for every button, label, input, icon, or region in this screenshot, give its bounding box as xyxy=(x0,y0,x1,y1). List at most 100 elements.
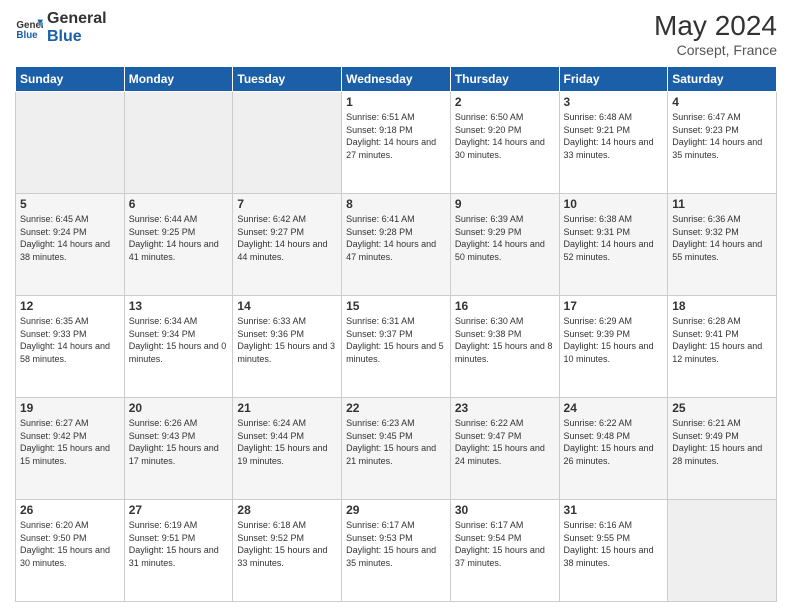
calendar-cell: 20 Sunrise: 6:26 AMSunset: 9:43 PMDayligh… xyxy=(124,398,233,500)
weekday-header-saturday: Saturday xyxy=(668,67,777,92)
week-row-5: 26 Sunrise: 6:20 AMSunset: 9:50 PMDayligh… xyxy=(16,500,777,602)
week-row-4: 19 Sunrise: 6:27 AMSunset: 9:42 PMDayligh… xyxy=(16,398,777,500)
calendar-cell: 10 Sunrise: 6:38 AMSunset: 9:31 PMDayligh… xyxy=(559,194,668,296)
day-number: 29 xyxy=(346,503,446,517)
calendar-cell: 26 Sunrise: 6:20 AMSunset: 9:50 PMDayligh… xyxy=(16,500,125,602)
day-number: 10 xyxy=(564,197,664,211)
day-number: 30 xyxy=(455,503,555,517)
day-info: Sunrise: 6:24 AMSunset: 9:44 PMDaylight:… xyxy=(237,417,337,467)
calendar-cell xyxy=(668,500,777,602)
calendar-page: General Blue General Blue May 2024 Corse… xyxy=(0,0,792,612)
logo-icon: General Blue xyxy=(15,14,43,42)
calendar-cell: 22 Sunrise: 6:23 AMSunset: 9:45 PMDayligh… xyxy=(342,398,451,500)
day-number: 19 xyxy=(20,401,120,415)
weekday-header-thursday: Thursday xyxy=(450,67,559,92)
day-info: Sunrise: 6:42 AMSunset: 9:27 PMDaylight:… xyxy=(237,213,337,263)
calendar-cell: 17 Sunrise: 6:29 AMSunset: 9:39 PMDayligh… xyxy=(559,296,668,398)
day-info: Sunrise: 6:22 AMSunset: 9:48 PMDaylight:… xyxy=(564,417,664,467)
day-info: Sunrise: 6:17 AMSunset: 9:53 PMDaylight:… xyxy=(346,519,446,569)
calendar-cell: 19 Sunrise: 6:27 AMSunset: 9:42 PMDayligh… xyxy=(16,398,125,500)
day-number: 14 xyxy=(237,299,337,313)
day-number: 2 xyxy=(455,95,555,109)
day-info: Sunrise: 6:48 AMSunset: 9:21 PMDaylight:… xyxy=(564,111,664,161)
day-info: Sunrise: 6:20 AMSunset: 9:50 PMDaylight:… xyxy=(20,519,120,569)
day-info: Sunrise: 6:16 AMSunset: 9:55 PMDaylight:… xyxy=(564,519,664,569)
calendar-cell: 15 Sunrise: 6:31 AMSunset: 9:37 PMDayligh… xyxy=(342,296,451,398)
day-info: Sunrise: 6:28 AMSunset: 9:41 PMDaylight:… xyxy=(672,315,772,365)
day-number: 4 xyxy=(672,95,772,109)
calendar-cell: 7Sunrise: 6:42 AMSunset: 9:27 PMDaylight… xyxy=(233,194,342,296)
calendar-cell: 27 Sunrise: 6:19 AMSunset: 9:51 PMDayligh… xyxy=(124,500,233,602)
day-info: Sunrise: 6:33 AMSunset: 9:36 PMDaylight:… xyxy=(237,315,337,365)
calendar-cell: 30 Sunrise: 6:17 AMSunset: 9:54 PMDayligh… xyxy=(450,500,559,602)
calendar-cell: 12 Sunrise: 6:35 AMSunset: 9:33 PMDayligh… xyxy=(16,296,125,398)
day-number: 3 xyxy=(564,95,664,109)
weekday-header-row: SundayMondayTuesdayWednesdayThursdayFrid… xyxy=(16,67,777,92)
weekday-header-tuesday: Tuesday xyxy=(233,67,342,92)
calendar-cell xyxy=(233,92,342,194)
day-info: Sunrise: 6:23 AMSunset: 9:45 PMDaylight:… xyxy=(346,417,446,467)
day-info: Sunrise: 6:38 AMSunset: 9:31 PMDaylight:… xyxy=(564,213,664,263)
logo-blue-text: Blue xyxy=(47,28,107,46)
week-row-2: 5 Sunrise: 6:45 AMSunset: 9:24 PMDaylight… xyxy=(16,194,777,296)
calendar-cell: 3 Sunrise: 6:48 AMSunset: 9:21 PMDaylight… xyxy=(559,92,668,194)
day-info: Sunrise: 6:26 AMSunset: 9:43 PMDaylight:… xyxy=(129,417,229,467)
day-info: Sunrise: 6:41 AMSunset: 9:28 PMDaylight:… xyxy=(346,213,446,263)
day-number: 16 xyxy=(455,299,555,313)
calendar-cell: 31 Sunrise: 6:16 AMSunset: 9:55 PMDayligh… xyxy=(559,500,668,602)
day-info: Sunrise: 6:31 AMSunset: 9:37 PMDaylight:… xyxy=(346,315,446,365)
calendar-cell: 18 Sunrise: 6:28 AMSunset: 9:41 PMDayligh… xyxy=(668,296,777,398)
day-number: 27 xyxy=(129,503,229,517)
day-number: 13 xyxy=(129,299,229,313)
calendar-cell: 23Sunrise: 6:22 AMSunset: 9:47 PMDayligh… xyxy=(450,398,559,500)
week-row-3: 12 Sunrise: 6:35 AMSunset: 9:33 PMDayligh… xyxy=(16,296,777,398)
location: Corsept, France xyxy=(654,42,777,58)
calendar-cell xyxy=(124,92,233,194)
week-row-1: 1 Sunrise: 6:51 AMSunset: 9:18 PMDaylight… xyxy=(16,92,777,194)
weekday-header-wednesday: Wednesday xyxy=(342,67,451,92)
day-number: 21 xyxy=(237,401,337,415)
day-info: Sunrise: 6:17 AMSunset: 9:54 PMDaylight:… xyxy=(455,519,555,569)
day-number: 6 xyxy=(129,197,229,211)
day-number: 25 xyxy=(672,401,772,415)
day-info: Sunrise: 6:27 AMSunset: 9:42 PMDaylight:… xyxy=(20,417,120,467)
weekday-header-monday: Monday xyxy=(124,67,233,92)
day-info: Sunrise: 6:34 AMSunset: 9:34 PMDaylight:… xyxy=(129,315,229,365)
day-info: Sunrise: 6:21 AMSunset: 9:49 PMDaylight:… xyxy=(672,417,772,467)
day-number: 22 xyxy=(346,401,446,415)
day-number: 18 xyxy=(672,299,772,313)
weekday-header-sunday: Sunday xyxy=(16,67,125,92)
day-number: 31 xyxy=(564,503,664,517)
day-number: 17 xyxy=(564,299,664,313)
calendar-cell: 2 Sunrise: 6:50 AMSunset: 9:20 PMDaylight… xyxy=(450,92,559,194)
weekday-header-friday: Friday xyxy=(559,67,668,92)
header: General Blue General Blue May 2024 Corse… xyxy=(15,10,777,58)
day-info: Sunrise: 6:45 AMSunset: 9:24 PMDaylight:… xyxy=(20,213,120,263)
day-info: Sunrise: 6:44 AMSunset: 9:25 PMDaylight:… xyxy=(129,213,229,263)
day-number: 12 xyxy=(20,299,120,313)
day-info: Sunrise: 6:47 AMSunset: 9:23 PMDaylight:… xyxy=(672,111,772,161)
day-info: Sunrise: 6:35 AMSunset: 9:33 PMDaylight:… xyxy=(20,315,120,365)
calendar-cell: 6 Sunrise: 6:44 AMSunset: 9:25 PMDaylight… xyxy=(124,194,233,296)
day-info: Sunrise: 6:19 AMSunset: 9:51 PMDaylight:… xyxy=(129,519,229,569)
calendar-cell: 14 Sunrise: 6:33 AMSunset: 9:36 PMDayligh… xyxy=(233,296,342,398)
calendar-cell: 5 Sunrise: 6:45 AMSunset: 9:24 PMDaylight… xyxy=(16,194,125,296)
day-number: 26 xyxy=(20,503,120,517)
day-info: Sunrise: 6:36 AMSunset: 9:32 PMDaylight:… xyxy=(672,213,772,263)
day-number: 9 xyxy=(455,197,555,211)
day-info: Sunrise: 6:18 AMSunset: 9:52 PMDaylight:… xyxy=(237,519,337,569)
calendar-cell: 1 Sunrise: 6:51 AMSunset: 9:18 PMDaylight… xyxy=(342,92,451,194)
day-number: 8 xyxy=(346,197,446,211)
day-number: 20 xyxy=(129,401,229,415)
day-info: Sunrise: 6:51 AMSunset: 9:18 PMDaylight:… xyxy=(346,111,446,161)
calendar-table: SundayMondayTuesdayWednesdayThursdayFrid… xyxy=(15,66,777,602)
day-number: 5 xyxy=(20,197,120,211)
logo-general-text: General xyxy=(47,10,107,28)
calendar-cell: 4 Sunrise: 6:47 AMSunset: 9:23 PMDaylight… xyxy=(668,92,777,194)
day-info: Sunrise: 6:29 AMSunset: 9:39 PMDaylight:… xyxy=(564,315,664,365)
calendar-cell: 13 Sunrise: 6:34 AMSunset: 9:34 PMDayligh… xyxy=(124,296,233,398)
day-info: Sunrise: 6:50 AMSunset: 9:20 PMDaylight:… xyxy=(455,111,555,161)
day-number: 28 xyxy=(237,503,337,517)
day-number: 15 xyxy=(346,299,446,313)
day-number: 1 xyxy=(346,95,446,109)
